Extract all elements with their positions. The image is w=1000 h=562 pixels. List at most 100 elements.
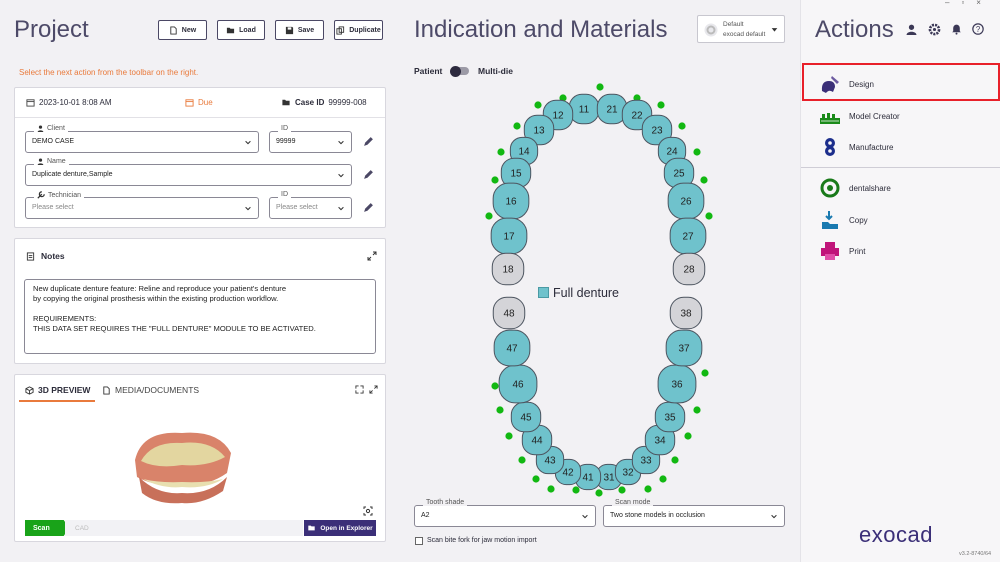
save-icon [285, 26, 293, 34]
case-card: 2023-10-01 8:08 AM Due Case ID 99999-008 … [14, 87, 386, 228]
notes-textarea[interactable]: New duplicate denture feature: Reline an… [24, 279, 376, 354]
open-in-explorer-button[interactable]: Open in Explorer [304, 520, 376, 536]
tooth-selection-dot[interactable] [496, 406, 504, 414]
copy-to-folder-icon [822, 211, 838, 229]
technician-field[interactable]: Technician Please select [25, 191, 259, 219]
client-id-value: 99999 [276, 138, 296, 145]
gear-icon[interactable] [928, 23, 941, 36]
chevron-down-icon [338, 206, 344, 211]
tooth-selection-dot[interactable] [657, 101, 665, 109]
tooth-shade-select[interactable]: Tooth shade A2 [414, 499, 596, 527]
tooth-18[interactable]: 18 [491, 252, 525, 286]
workflow-step-cad[interactable]: CAD [65, 520, 303, 536]
expand-icon[interactable] [369, 385, 378, 394]
tooth-selection-dot[interactable] [491, 176, 499, 184]
tooth-selection-dot[interactable] [505, 432, 513, 440]
action-design[interactable]: Design [819, 73, 874, 95]
action-copy[interactable]: Copy [819, 209, 868, 231]
tooth-selection-dot[interactable] [595, 489, 603, 497]
bell-icon[interactable] [951, 23, 962, 35]
tooth-27[interactable]: 27 [669, 217, 707, 255]
chevron-down-icon [771, 514, 777, 519]
fit-view-icon[interactable] [355, 385, 364, 394]
person-icon [37, 158, 44, 165]
patient-multidie-toggle[interactable] [450, 65, 469, 77]
edit-client-pencil-icon[interactable] [363, 136, 374, 147]
toggle-multidie-label: Multi-die [478, 66, 513, 76]
tooth-selection-dot[interactable] [532, 475, 540, 483]
technician-id-field[interactable]: ID Please select [269, 191, 352, 219]
tooth-number-label: 47 [506, 344, 518, 355]
tooth-selection-dot[interactable] [572, 486, 580, 494]
status-badge: Due [185, 98, 213, 107]
tooth-selection-dot[interactable] [678, 122, 686, 130]
client-id-field[interactable]: ID 99999 [269, 125, 352, 153]
tooth-26[interactable]: 26 [667, 182, 705, 220]
new-button[interactable]: New [158, 20, 207, 40]
name-field[interactable]: Name Duplicate denture,Sample [25, 158, 352, 186]
tooth-45[interactable]: 45 [510, 401, 542, 433]
save-button[interactable]: Save [275, 20, 324, 40]
user-icon[interactable] [906, 24, 917, 35]
tooth-number-label: 26 [680, 197, 692, 208]
tooth-selection-dot[interactable] [705, 212, 713, 220]
profile-dropdown[interactable]: Default exocad default [697, 15, 785, 43]
tooth-number-label: 36 [671, 380, 683, 391]
expand-icon[interactable] [367, 251, 377, 261]
tooth-selection-dot[interactable] [485, 212, 493, 220]
bite-fork-checkbox[interactable] [415, 537, 423, 545]
tooth-16[interactable]: 16 [492, 182, 530, 220]
close-window-button[interactable]: × [976, 0, 981, 7]
action-print[interactable]: Print [819, 240, 865, 262]
tooth-selection-dot[interactable] [684, 432, 692, 440]
screenshot-icon[interactable] [363, 506, 373, 516]
tooth-38[interactable]: 38 [669, 296, 703, 330]
tooth-number-label: 46 [512, 380, 524, 391]
gear-icon [704, 23, 718, 37]
tooth-36[interactable]: 36 [657, 364, 697, 404]
tooth-selection-dot[interactable] [518, 456, 526, 464]
tooth-46[interactable]: 46 [498, 364, 538, 404]
action-dentalshare[interactable]: dentalshare [819, 177, 891, 199]
tooth-selection-dot[interactable] [693, 148, 701, 156]
load-button[interactable]: Load [217, 20, 265, 40]
tooth-selection-dot[interactable] [513, 122, 521, 130]
tooth-selection-dot[interactable] [547, 485, 555, 493]
tooth-11[interactable]: 11 [568, 93, 600, 125]
tooth-35[interactable]: 35 [654, 401, 686, 433]
tooth-selection-dot[interactable] [618, 486, 626, 494]
tooth-28[interactable]: 28 [672, 252, 706, 286]
edit-name-pencil-icon[interactable] [363, 169, 374, 180]
scan-mode-select[interactable]: Scan mode Two stone models in occlusion [603, 499, 785, 527]
tooth-selection-dot[interactable] [701, 369, 709, 377]
client-field[interactable]: Client DEMO CASE [25, 125, 259, 153]
tooth-48[interactable]: 48 [492, 296, 526, 330]
tooth-number-label: 27 [682, 232, 694, 243]
tooth-selection-dot[interactable] [671, 456, 679, 464]
tooth-number-label: 31 [603, 473, 615, 484]
duplicate-button[interactable]: Duplicate [334, 20, 383, 40]
manufacture-gear-icon [825, 138, 835, 156]
action-manufacture[interactable]: Manufacture [819, 136, 893, 158]
denture-3d-model[interactable] [127, 425, 237, 505]
tooth-selection-dot[interactable] [644, 485, 652, 493]
help-icon[interactable]: ? [972, 23, 984, 35]
restore-button[interactable]: ▫ [961, 0, 964, 7]
tooth-selection-dot[interactable] [700, 176, 708, 184]
tooth-47[interactable]: 47 [493, 329, 531, 367]
tooth-selection-dot[interactable] [534, 101, 542, 109]
tooth-selection-dot[interactable] [491, 382, 499, 390]
person-icon [37, 125, 44, 132]
tooth-selection-dot[interactable] [596, 83, 604, 91]
minimize-button[interactable]: – [945, 0, 949, 7]
tab-3d-preview[interactable]: 3D PREVIEW [25, 385, 90, 395]
tooth-selection-dot[interactable] [497, 148, 505, 156]
tooth-selection-dot[interactable] [659, 475, 667, 483]
workflow-step-scan[interactable]: Scan [25, 520, 69, 536]
tooth-37[interactable]: 37 [665, 329, 703, 367]
tab-media-documents[interactable]: MEDIA/DOCUMENTS [102, 385, 199, 395]
tooth-17[interactable]: 17 [490, 217, 528, 255]
tooth-selection-dot[interactable] [693, 406, 701, 414]
action-model-creator[interactable]: Model Creator [819, 105, 900, 127]
edit-technician-pencil-icon[interactable] [363, 202, 374, 213]
